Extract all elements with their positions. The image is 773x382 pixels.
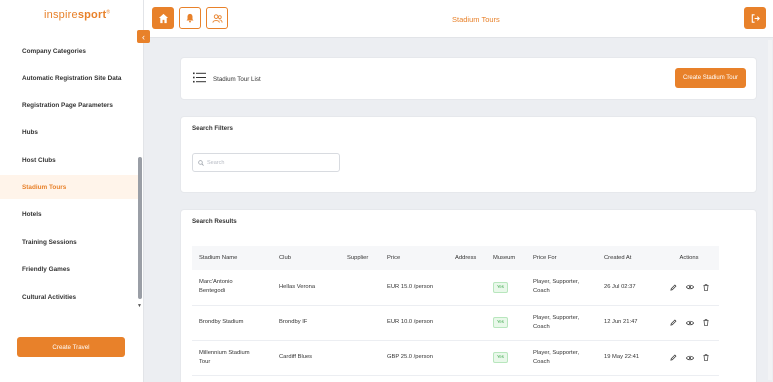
- price-for-cell: Player, Supporter, Coach: [533, 314, 580, 330]
- actions-cell: [659, 270, 719, 305]
- column-header[interactable]: Address: [448, 246, 486, 270]
- column-header[interactable]: Price For: [526, 246, 597, 270]
- sidebar-item-training-sessions[interactable]: Training Sessions: [0, 230, 139, 254]
- search-filters-heading: Search Filters: [192, 125, 233, 132]
- price-for-cell: Player, Supporter, Coach: [533, 349, 580, 365]
- stadium-tour-list-label: Stadium Tour List: [213, 76, 261, 83]
- column-header[interactable]: Price: [380, 246, 448, 270]
- home-icon: [158, 13, 168, 23]
- main-scrollbar[interactable]: [768, 40, 772, 380]
- brand-logo[interactable]: inspiresport®: [44, 9, 110, 21]
- supplier-cell: [340, 270, 380, 305]
- collapse-sidebar-button[interactable]: ‹: [137, 30, 150, 43]
- search-results-card: Search Results Stadium Name Club Supplie…: [180, 209, 757, 382]
- created-at-cell: 12 Jun 21:47: [604, 319, 638, 325]
- address-cell: [448, 305, 486, 340]
- trash-icon[interactable]: [702, 283, 709, 291]
- sidebar-item-stadium-tours[interactable]: Stadium Tours: [0, 175, 139, 199]
- scroll-down-icon[interactable]: ▼: [137, 303, 142, 309]
- sidebar-item-host-clubs[interactable]: Host Clubs: [0, 148, 139, 172]
- sidebar-item-hubs[interactable]: Hubs: [0, 120, 139, 144]
- search-results-heading: Search Results: [192, 218, 237, 225]
- table-header-row: Stadium Name Club Supplier Price Address…: [192, 246, 719, 270]
- users-button[interactable]: [206, 7, 228, 29]
- supplier-cell: [340, 340, 380, 375]
- sidebar: inspiresport® Company Categories Automat…: [0, 0, 144, 382]
- sidebar-scrollbar[interactable]: [138, 157, 142, 299]
- museum-cell: Yes: [486, 340, 526, 375]
- sidebar-item-company-categories[interactable]: Company Categories: [0, 39, 139, 63]
- users-icon: [211, 13, 222, 23]
- actions-cell: [659, 340, 719, 375]
- chevron-left-icon: ‹: [142, 31, 145, 42]
- table-row[interactable]: Brondby Stadium Brondby IF EUR 10.0 /per…: [192, 305, 719, 340]
- list-header-card: Stadium Tour List Create Stadium Tour: [180, 57, 757, 100]
- column-header[interactable]: Club: [272, 246, 340, 270]
- club-cell: Brondby IF: [279, 319, 308, 325]
- list-icon: [193, 72, 206, 83]
- edit-icon[interactable]: [669, 284, 677, 291]
- sidebar-item-friendly-games[interactable]: Friendly Games: [0, 257, 139, 281]
- home-button[interactable]: [152, 7, 174, 29]
- edit-icon[interactable]: [669, 319, 677, 326]
- search-input[interactable]: [207, 159, 327, 166]
- column-header[interactable]: Stadium Name: [192, 246, 272, 270]
- created-at-cell: 19 May 22:41: [604, 354, 640, 360]
- stadium-name-cell: Marc'Antonio Bentegodi: [199, 279, 233, 295]
- column-header[interactable]: Museum: [486, 246, 526, 270]
- address-cell: [448, 340, 486, 375]
- trash-icon[interactable]: [702, 319, 709, 326]
- club-cell: Cardiff Blues: [279, 354, 313, 360]
- edit-icon[interactable]: [669, 354, 677, 361]
- logout-button[interactable]: [744, 7, 766, 29]
- created-at-cell: 26 Jul 02:37: [604, 283, 636, 290]
- trash-icon[interactable]: [702, 354, 709, 361]
- club-cell: Hellas Verona: [279, 283, 316, 290]
- column-header[interactable]: Supplier: [340, 246, 380, 270]
- museum-cell: Yes: [486, 305, 526, 340]
- museum-badge: Yes: [493, 352, 508, 363]
- logout-icon: [751, 13, 760, 23]
- sidebar-item-registration-page-parameters[interactable]: Registration Page Parameters: [0, 93, 139, 117]
- search-filters-card: Search Filters: [180, 116, 757, 193]
- museum-badge: Yes: [493, 282, 508, 293]
- museum-badge: Yes: [493, 317, 508, 328]
- price-cell: EUR 15.0 /person: [387, 283, 434, 290]
- price-cell: GBP 25.0 /person: [387, 354, 433, 360]
- sidebar-item-cultural-activities[interactable]: Cultural Activities: [0, 285, 139, 309]
- search-icon: [198, 159, 204, 166]
- stadium-name-cell: Brondby Stadium: [199, 319, 244, 325]
- bell-icon: [186, 13, 194, 23]
- eye-icon[interactable]: [685, 320, 694, 326]
- actions-cell: [659, 305, 719, 340]
- search-field[interactable]: [192, 153, 340, 172]
- column-header[interactable]: Created At: [597, 246, 659, 270]
- sidebar-item-automatic-registration-site-data[interactable]: Automatic Registration Site Data: [0, 66, 139, 90]
- price-cell: EUR 10.0 /person: [387, 319, 434, 325]
- eye-icon[interactable]: [685, 284, 694, 290]
- notifications-button[interactable]: [179, 7, 201, 29]
- page-title: Stadium Tours: [452, 15, 500, 24]
- address-cell: [448, 270, 486, 305]
- create-travel-button[interactable]: Create Travel: [17, 337, 125, 357]
- eye-icon[interactable]: [685, 355, 694, 361]
- supplier-cell: [340, 305, 380, 340]
- results-table: Stadium Name Club Supplier Price Address…: [192, 246, 719, 376]
- create-stadium-tour-button[interactable]: Create Stadium Tour: [675, 68, 746, 88]
- sidebar-item-hotels[interactable]: Hotels: [0, 202, 139, 226]
- price-for-cell: Player, Supporter, Coach: [533, 279, 580, 295]
- stadium-name-cell: Millennium Stadium Tour: [199, 349, 250, 365]
- museum-cell: Yes: [486, 270, 526, 305]
- top-bar: Stadium Tours: [144, 0, 773, 38]
- table-row[interactable]: Marc'Antonio Bentegodi Hellas Verona EUR …: [192, 270, 719, 305]
- column-header: Actions: [679, 255, 699, 261]
- table-row[interactable]: Millennium Stadium Tour Cardiff Blues GBP…: [192, 340, 719, 375]
